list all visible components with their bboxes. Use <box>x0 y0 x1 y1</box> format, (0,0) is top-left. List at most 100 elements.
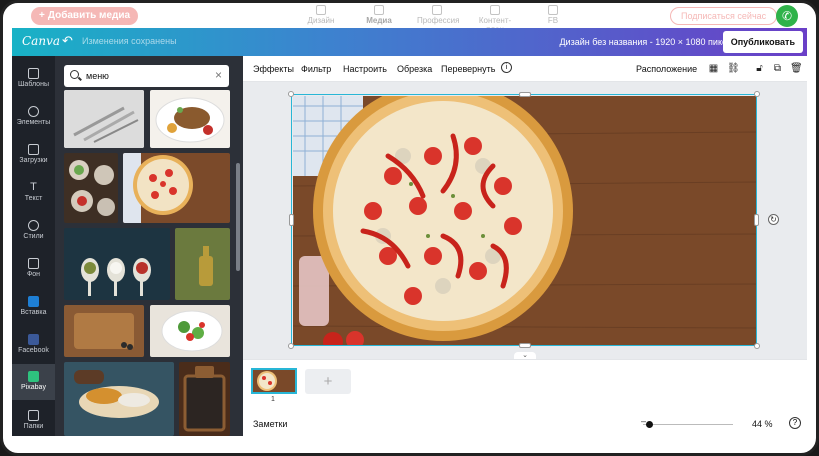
result-thumb-spices[interactable] <box>64 228 170 300</box>
info-icon[interactable]: i <box>501 62 512 73</box>
result-thumb-chalkboard[interactable] <box>179 362 230 436</box>
facebook-icon <box>28 334 39 345</box>
site-nav-label: FB <box>547 16 559 25</box>
site-nav-label: Профессия <box>417 16 460 25</box>
result-thumb-pizza[interactable] <box>123 153 230 223</box>
canva-logo[interactable]: Canva <box>22 34 60 48</box>
templates-icon <box>28 68 39 79</box>
whatsapp-icon[interactable]: ✆ <box>776 5 798 27</box>
salad-image <box>150 305 230 357</box>
dishes-image <box>64 153 118 223</box>
rail-item-templates[interactable]: Шаблоны <box>12 64 55 94</box>
elements-icon <box>28 106 39 117</box>
result-thumb-salad[interactable] <box>150 305 230 357</box>
site-nav-label: Дизайн <box>307 16 335 25</box>
subscribe-button[interactable]: Подписаться сейчас <box>670 7 778 25</box>
result-thumb-wood[interactable] <box>64 305 144 357</box>
add-media-label: Добавить медиа <box>47 10 131 21</box>
result-thumb-cutlery[interactable] <box>64 90 144 148</box>
page-thumbnail[interactable] <box>251 368 297 394</box>
rail-item-text[interactable]: T Текст <box>12 178 55 208</box>
rail-item-label: Шаблоны <box>18 81 49 88</box>
rail-item-facebook[interactable]: Facebook <box>12 330 55 360</box>
styles-icon <box>28 220 39 231</box>
chalkboard-menu-image <box>179 362 230 436</box>
upload-icon <box>28 144 39 155</box>
filter-button[interactable]: Фильтр <box>301 64 331 74</box>
design-icon <box>316 5 326 15</box>
crop-button[interactable]: Обрезка <box>397 64 432 74</box>
rail-item-styles[interactable]: Стили <box>12 216 55 246</box>
rail-item-elements[interactable]: Элементы <box>12 102 55 132</box>
result-thumb-spice-bowl[interactable] <box>64 362 174 436</box>
rail-item-folders[interactable]: Папки <box>12 406 55 436</box>
resize-handle-br[interactable] <box>754 343 760 349</box>
zoom-slider[interactable] <box>643 424 733 425</box>
clear-icon[interactable]: × <box>215 68 222 82</box>
lock-icon[interactable]: 🔓︎ <box>754 63 765 74</box>
rail-item-pixabay[interactable]: Pixabay <box>12 364 55 400</box>
rail-item-label: Вставка <box>20 309 47 316</box>
search-input[interactable] <box>86 68 206 84</box>
bottom-bar: Заметки – 44 % ? <box>243 411 807 436</box>
media-panel: × <box>55 56 243 436</box>
background-icon <box>28 258 39 269</box>
undo-icon[interactable]: ↶ <box>62 33 73 49</box>
rail-item-label: Pixabay <box>21 384 46 391</box>
plus-icon: + <box>39 10 45 21</box>
flip-button[interactable]: Перевернуть <box>441 64 495 74</box>
rail-item-background[interactable]: Фон <box>12 254 55 284</box>
resize-handle-bottom[interactable] <box>519 343 531 348</box>
zoom-slider-knob[interactable] <box>646 421 653 428</box>
add-media-button[interactable]: + Добавить медиа <box>31 7 139 25</box>
rotate-icon[interactable]: ↻ <box>768 214 779 225</box>
resize-handle-right[interactable] <box>754 214 759 226</box>
rail-item-embed[interactable]: Вставка <box>12 292 55 322</box>
save-status: Изменения сохранены <box>82 36 177 46</box>
transparency-icon[interactable]: ▦ <box>708 63 719 74</box>
cutlery-image <box>64 90 144 148</box>
resize-handle-tl[interactable] <box>288 91 294 97</box>
page-thumbnail-image <box>253 370 295 392</box>
zoom-value[interactable]: 44 % <box>752 419 773 429</box>
fb-icon <box>548 5 558 15</box>
rail-item-label: Загрузки <box>19 157 48 164</box>
steak-image <box>150 90 230 148</box>
spice-bowl-image <box>64 362 174 436</box>
result-thumb-bottle[interactable] <box>175 228 230 300</box>
rail-item-uploads[interactable]: Загрузки <box>12 140 55 170</box>
resize-handle-left[interactable] <box>289 214 294 226</box>
content-plan-icon <box>490 5 500 15</box>
selection-box[interactable] <box>291 94 757 346</box>
resize-handle-top[interactable] <box>519 92 531 97</box>
site-nav-label: Медиа <box>366 16 392 25</box>
panel-scrollbar[interactable] <box>236 163 240 271</box>
embed-icon <box>28 296 39 307</box>
duplicate-icon[interactable]: ⧉ <box>772 63 783 74</box>
publish-button[interactable]: Опубликовать <box>722 31 803 53</box>
spices-spoons-image <box>64 228 170 300</box>
resize-handle-bl[interactable] <box>288 343 294 349</box>
profession-icon <box>432 5 442 15</box>
rail-item-label: Папки <box>23 423 44 430</box>
pages-strip: 1 + <box>243 359 807 411</box>
trash-icon[interactable]: 🗑︎ <box>790 63 803 74</box>
pizza-thumb-image <box>123 153 230 223</box>
folder-icon <box>28 410 39 421</box>
notes-button[interactable]: Заметки <box>253 419 287 429</box>
result-thumb-steak[interactable] <box>150 90 230 148</box>
link-icon[interactable]: ⛓ <box>727 63 740 74</box>
position-button[interactable]: Расположение <box>636 64 697 74</box>
media-icon <box>374 5 384 15</box>
app-window: + Добавить медиа Дизайн Медиа Профессия К… <box>0 0 819 456</box>
editor-header: Canva ↶ Изменения сохранены Дизайн без н… <box>12 28 807 56</box>
result-thumb-dishes[interactable] <box>64 153 118 223</box>
document-title[interactable]: Дизайн без названия - 1920 × 1080 пикс. <box>559 37 729 47</box>
rail-item-label: Элементы <box>16 119 51 126</box>
search-box[interactable]: × <box>64 65 229 87</box>
adjust-button[interactable]: Настроить <box>343 64 387 74</box>
add-page-button[interactable]: + <box>305 369 351 394</box>
resize-handle-tr[interactable] <box>754 91 760 97</box>
effects-button[interactable]: Эффекты <box>253 64 294 74</box>
help-icon[interactable]: ? <box>789 417 801 429</box>
